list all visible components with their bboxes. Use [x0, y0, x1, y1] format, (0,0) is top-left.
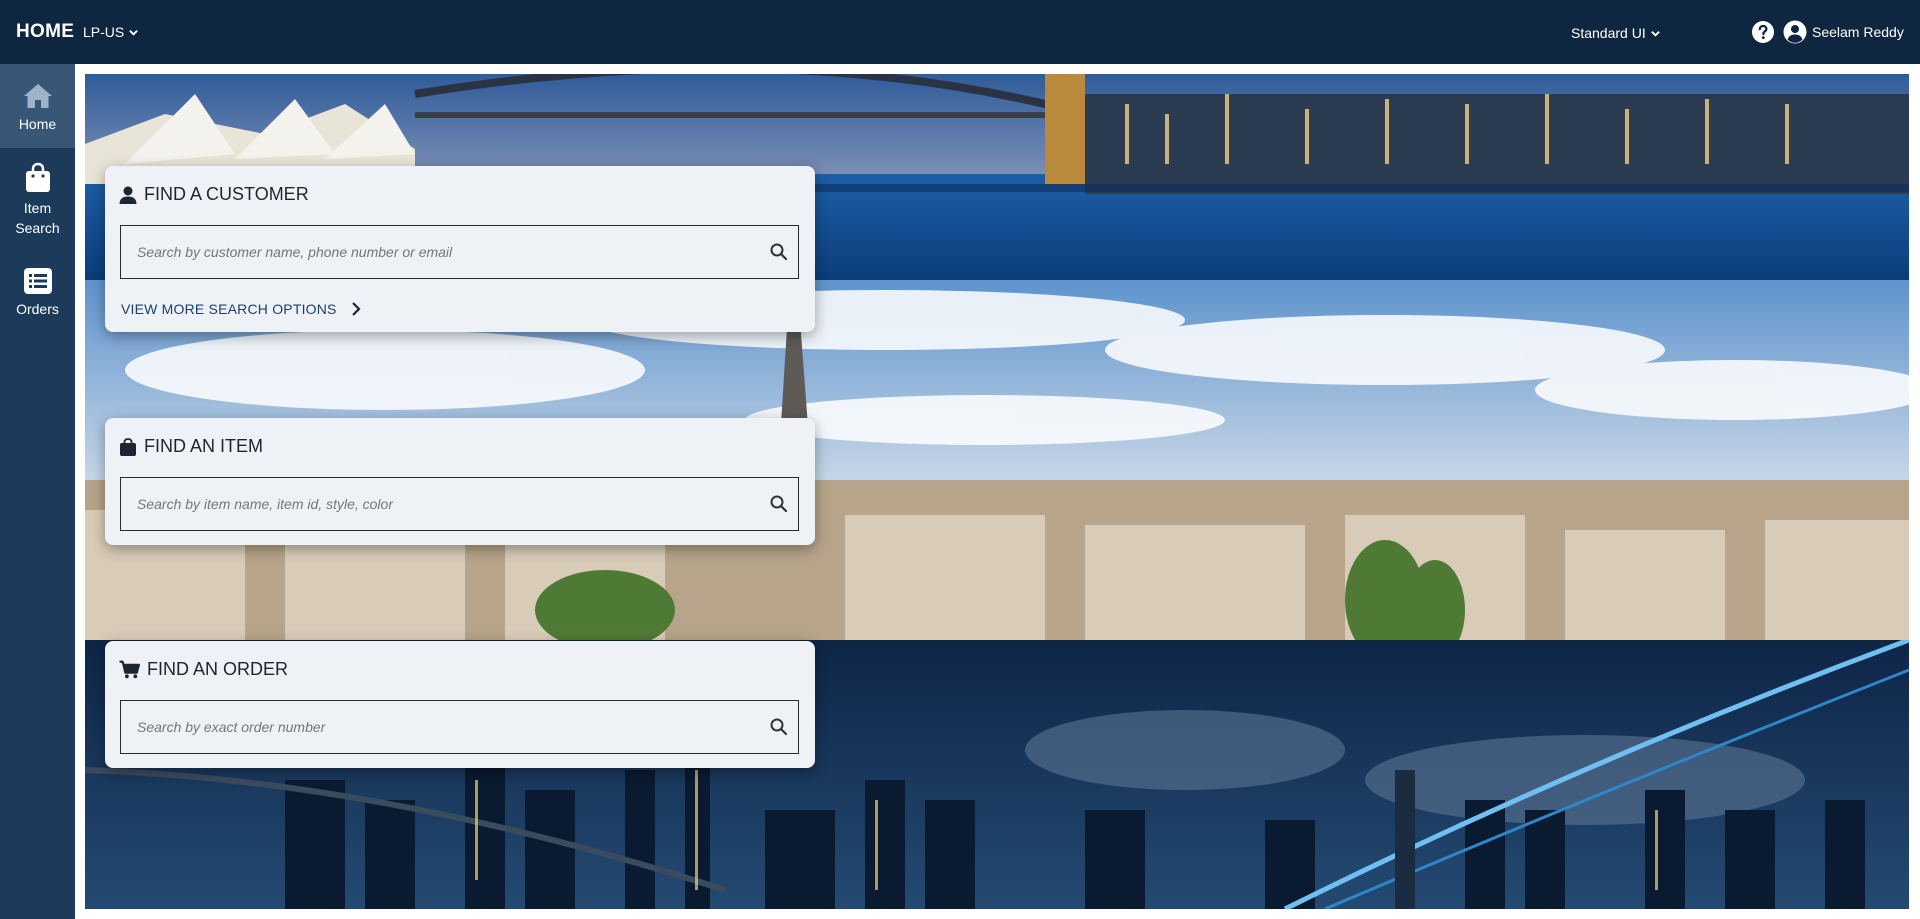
ui-mode-dropdown[interactable]: Standard UI: [1571, 25, 1661, 41]
find-item-card: FIND AN ITEM: [105, 418, 815, 545]
chevron-down-icon: [1650, 30, 1660, 37]
top-bar: HOME LP-US Standard UI Seelam Reddy: [0, 0, 1920, 64]
view-more-search-options-link[interactable]: VIEW MORE SEARCH OPTIONS: [121, 301, 363, 317]
sidebar-item-label: Home: [18, 116, 57, 132]
help-icon[interactable]: [1751, 20, 1775, 44]
item-search-box: [120, 477, 799, 531]
locale-dropdown[interactable]: LP-US: [83, 24, 139, 40]
customer-search-box: [120, 225, 799, 279]
customer-search-input[interactable]: [121, 226, 761, 278]
item-search-input[interactable]: [121, 478, 761, 530]
order-search-box: [120, 700, 799, 754]
find-item-title: FIND AN ITEM: [119, 436, 263, 457]
user-menu[interactable]: Seelam Reddy: [1783, 20, 1904, 44]
shopping-bag-icon: [120, 437, 136, 456]
sidebar-item-home[interactable]: Home: [0, 64, 75, 148]
search-icon[interactable]: [769, 717, 789, 737]
card-title-text: FIND A CUSTOMER: [144, 184, 309, 204]
more-link-label: VIEW MORE SEARCH OPTIONS: [121, 301, 337, 317]
sidebar-item-item-search[interactable]: Item Search: [0, 162, 75, 238]
ui-mode-label: Standard UI: [1571, 25, 1646, 41]
list-icon: [23, 268, 52, 294]
find-customer-title: FIND A CUSTOMER: [119, 184, 309, 205]
home-icon: [23, 84, 52, 108]
find-order-card: FIND AN ORDER: [105, 641, 815, 768]
chevron-down-icon: [129, 29, 139, 36]
find-order-title: FIND AN ORDER: [119, 659, 288, 680]
sidebar-item-label: Orders: [16, 301, 59, 317]
user-circle-icon: [1783, 20, 1807, 44]
find-customer-card: FIND A CUSTOMER VIEW MORE SEARCH OPTIONS: [105, 166, 815, 332]
search-icon[interactable]: [769, 494, 789, 514]
locale-label: LP-US: [83, 24, 125, 40]
cart-icon: [119, 660, 140, 679]
card-title-text: FIND AN ORDER: [147, 659, 289, 679]
card-title-text: FIND AN ITEM: [144, 436, 264, 456]
user-icon: [119, 186, 137, 204]
search-icon[interactable]: [769, 242, 789, 262]
sidebar: Home Item Search Orders: [0, 64, 75, 919]
chevron-right-icon: [351, 302, 361, 316]
sidebar-item-orders[interactable]: Orders: [0, 267, 75, 319]
order-search-input[interactable]: [121, 701, 761, 753]
page-title: HOME: [16, 21, 75, 42]
shopping-bag-icon: [25, 162, 50, 192]
sidebar-item-label: Item Search: [15, 200, 60, 236]
user-name: Seelam Reddy: [1812, 24, 1904, 40]
